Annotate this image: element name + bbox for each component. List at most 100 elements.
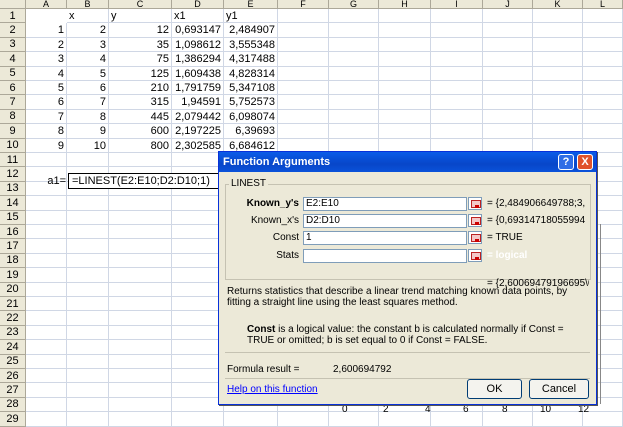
cell[interactable]: 1,609438 (172, 66, 224, 81)
cell[interactable] (533, 124, 583, 139)
cell[interactable] (583, 124, 623, 139)
arg-input-2[interactable]: 1 (303, 231, 467, 245)
row-header-27[interactable]: 27 (0, 383, 26, 398)
cell[interactable] (278, 412, 329, 427)
cell[interactable]: 3 (26, 52, 67, 67)
cell[interactable]: 9 (26, 138, 67, 153)
cell[interactable] (109, 397, 172, 413)
cell[interactable] (278, 109, 329, 125)
cell[interactable] (329, 9, 379, 24)
row-header-12[interactable]: 12 (0, 167, 26, 182)
cell[interactable] (26, 210, 67, 225)
cell[interactable] (483, 37, 533, 53)
cell[interactable] (109, 369, 172, 384)
cell[interactable] (483, 109, 533, 125)
cell[interactable] (67, 369, 109, 384)
collapse-dialog-icon[interactable] (468, 197, 482, 210)
cell[interactable] (379, 52, 431, 67)
cell[interactable] (67, 397, 109, 413)
row-header-3[interactable]: 3 (0, 37, 26, 53)
cell[interactable] (278, 9, 329, 24)
cell[interactable] (583, 52, 623, 67)
cell[interactable] (26, 268, 67, 283)
row-header-8[interactable]: 8 (0, 109, 26, 125)
cell[interactable]: 10 (67, 138, 109, 153)
cell[interactable] (533, 81, 583, 96)
cell[interactable] (67, 153, 109, 168)
cell[interactable] (379, 124, 431, 139)
cell[interactable]: 445 (109, 109, 172, 125)
cell[interactable] (379, 37, 431, 53)
cell[interactable]: 1,386294 (172, 52, 224, 67)
column-header-d[interactable]: D (172, 0, 224, 9)
cell[interactable] (109, 311, 172, 326)
cell[interactable]: 6,39693 (224, 124, 278, 139)
cell[interactable] (329, 37, 379, 53)
column-header-b[interactable]: B (67, 0, 109, 9)
row-header-1[interactable]: 1 (0, 9, 26, 24)
cell[interactable] (26, 282, 67, 297)
column-header-f[interactable]: F (278, 0, 329, 9)
cell[interactable] (109, 210, 172, 225)
cell[interactable] (172, 225, 224, 240)
cell[interactable] (26, 153, 67, 168)
row-header-9[interactable]: 9 (0, 124, 26, 139)
cell[interactable] (329, 81, 379, 96)
cell[interactable]: y1 (224, 9, 278, 24)
cell[interactable] (533, 9, 583, 24)
cell[interactable] (329, 66, 379, 81)
cell[interactable] (278, 95, 329, 110)
cell[interactable] (109, 412, 172, 427)
cell[interactable] (533, 95, 583, 110)
row-header-17[interactable]: 17 (0, 239, 26, 254)
cell[interactable]: 7 (26, 109, 67, 125)
help-on-function-link[interactable]: Help on this function (227, 384, 318, 395)
cell[interactable] (67, 210, 109, 225)
row-header-29[interactable]: 29 (0, 412, 26, 427)
cell[interactable]: 8 (26, 124, 67, 139)
cell[interactable]: 4 (26, 66, 67, 81)
cell[interactable] (583, 9, 623, 24)
cell[interactable] (483, 66, 533, 81)
cell[interactable] (583, 95, 623, 110)
cell[interactable] (26, 354, 67, 369)
column-header-e[interactable]: E (224, 0, 278, 9)
cell[interactable]: 0,693147 (172, 23, 224, 38)
cell[interactable] (172, 340, 224, 355)
cell[interactable]: 6 (67, 81, 109, 96)
cell[interactable]: 9 (67, 124, 109, 139)
cell[interactable] (67, 225, 109, 240)
arg-input-3[interactable] (303, 249, 467, 263)
cell[interactable]: 1,098612 (172, 37, 224, 53)
cell[interactable] (533, 52, 583, 67)
row-header-16[interactable]: 16 (0, 225, 26, 240)
cell[interactable] (67, 340, 109, 355)
cell[interactable]: 800 (109, 138, 172, 153)
cell[interactable] (379, 23, 431, 38)
cell[interactable] (172, 412, 224, 427)
formula-cell-b13[interactable]: =LINEST(E2:E10;D2:D10;1) (68, 173, 240, 189)
cell[interactable] (67, 268, 109, 283)
row-header-25[interactable]: 25 (0, 354, 26, 369)
column-header-l[interactable]: L (583, 0, 623, 9)
cell[interactable] (278, 52, 329, 67)
cell[interactable] (379, 95, 431, 110)
cell[interactable] (109, 268, 172, 283)
cell[interactable] (431, 66, 483, 81)
cell[interactable]: 6,098074 (224, 109, 278, 125)
arg-input-0[interactable]: E2:E10 (303, 197, 467, 211)
cancel-button[interactable]: Cancel (529, 379, 589, 399)
cell[interactable] (109, 196, 172, 211)
ok-button[interactable]: OK (467, 379, 522, 399)
cell[interactable] (583, 81, 623, 96)
select-all-corner[interactable] (0, 0, 26, 9)
cell[interactable] (26, 383, 67, 398)
cell[interactable] (172, 354, 224, 369)
cell[interactable] (583, 109, 623, 125)
cell[interactable] (172, 383, 224, 398)
cell[interactable] (431, 109, 483, 125)
cell[interactable] (26, 196, 67, 211)
cell[interactable]: 2 (67, 23, 109, 38)
row-header-13[interactable]: 13 (0, 181, 26, 197)
row-header-15[interactable]: 15 (0, 210, 26, 225)
